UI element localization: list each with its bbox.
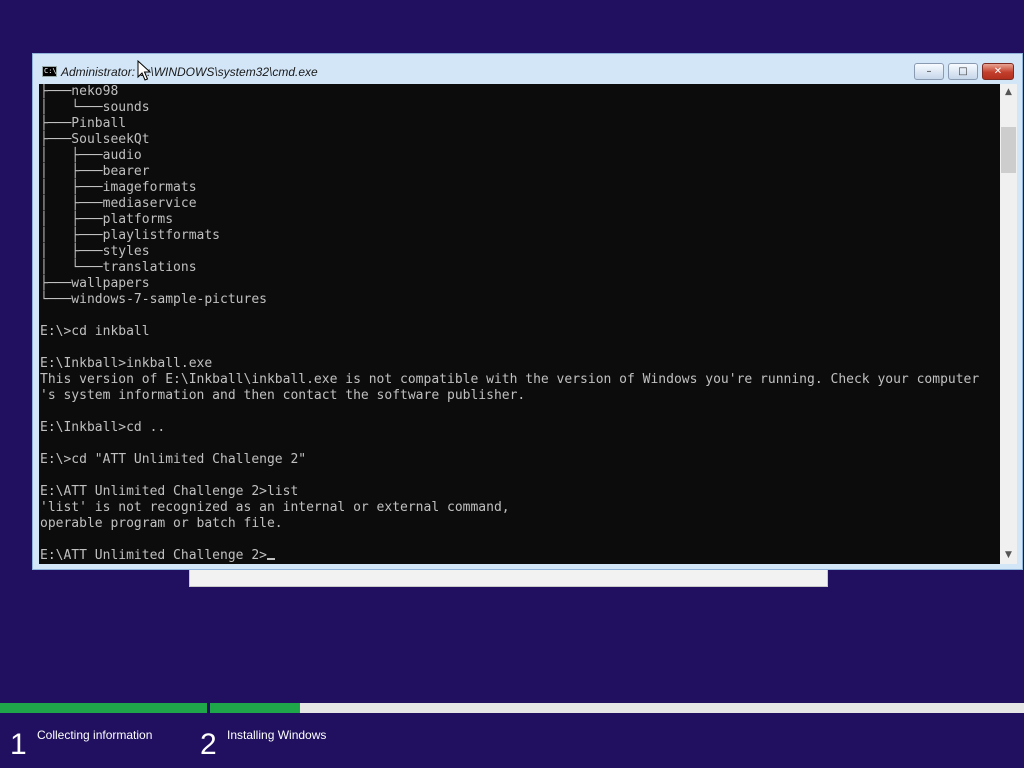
console-line: This version of E:\Inkball\inkball.exe i… xyxy=(40,372,980,387)
step-label: Installing Windows xyxy=(227,728,327,742)
console-line: E:\Inkball>cd .. xyxy=(40,420,166,435)
console-line: operable program or batch file. xyxy=(40,516,283,531)
console-line: E:\ATT Unlimited Challenge 2>list xyxy=(40,484,299,499)
console-line: ├───Pinball xyxy=(40,116,127,131)
step-number: 1 xyxy=(10,728,27,761)
installing-progress-fill xyxy=(210,703,300,713)
console-line: │ ├───audio xyxy=(40,148,142,163)
command-prompt: E:\ATT Unlimited Challenge 2> xyxy=(40,548,267,563)
console-line: 's system information and then contact t… xyxy=(40,388,526,403)
collecting-progress-fill xyxy=(0,703,207,713)
scroll-up-arrow-icon[interactable]: ▲ xyxy=(1000,84,1017,101)
maximize-button[interactable]: □ xyxy=(948,63,978,80)
window-title: Administrator: C:\WINDOWS\system32\cmd.e… xyxy=(61,65,318,79)
collecting-progress-bar xyxy=(0,703,207,713)
console-line: │ ├───platforms xyxy=(40,212,174,227)
console-text: ├───neko98 │ └───sounds ├───Pinball ├───Sou… xyxy=(39,84,979,564)
console-line: └───windows-7-sample-pictures xyxy=(40,292,267,307)
console-line: │ └───sounds xyxy=(40,100,150,115)
console-line: E:\>cd inkball xyxy=(40,324,150,339)
console-line: ├───neko98 xyxy=(40,84,119,99)
console-line: E:\>cd "ATT Unlimited Challenge 2" xyxy=(40,452,307,467)
prompt-line[interactable]: E:\ATT Unlimited Challenge 2> xyxy=(40,548,979,564)
console-line: E:\Inkball>inkball.exe xyxy=(40,356,213,371)
installing-progress-bar xyxy=(210,703,1024,713)
vertical-scrollbar[interactable]: ▲ ▼ xyxy=(1000,84,1017,564)
step-label: Collecting information xyxy=(37,728,153,742)
cmd-icon[interactable]: C:\ xyxy=(42,66,57,77)
scroll-down-arrow-icon[interactable]: ▼ xyxy=(1000,547,1017,564)
scrollbar-thumb[interactable] xyxy=(1001,127,1016,173)
console-line: 'list' is not recognized as an internal … xyxy=(40,500,510,515)
console-line: │ ├───bearer xyxy=(40,164,150,179)
command-prompt-window[interactable]: C:\ Administrator: C:\WINDOWS\system32\c… xyxy=(32,53,1023,570)
step-number: 2 xyxy=(200,728,217,761)
console-line: │ ├───imageformats xyxy=(40,180,197,195)
close-button[interactable]: ✕ xyxy=(982,63,1014,80)
console-output[interactable]: ├───neko98 │ └───sounds ├───Pinball ├───Sou… xyxy=(39,84,1000,564)
console-line: │ └───translations xyxy=(40,260,197,275)
text-cursor xyxy=(266,558,275,560)
console-line: ├───SoulseekQt xyxy=(40,132,150,147)
minimize-button[interactable]: – xyxy=(914,63,944,80)
console-line: ├───wallpapers xyxy=(40,276,150,291)
title-bar[interactable]: C:\ Administrator: C:\WINDOWS\system32\c… xyxy=(33,54,1022,84)
console-line: │ ├───mediaservice xyxy=(40,196,197,211)
console-line: │ ├───styles xyxy=(40,244,150,259)
mouse-pointer-icon xyxy=(137,60,151,81)
console-line: │ ├───playlistformats xyxy=(40,228,221,243)
